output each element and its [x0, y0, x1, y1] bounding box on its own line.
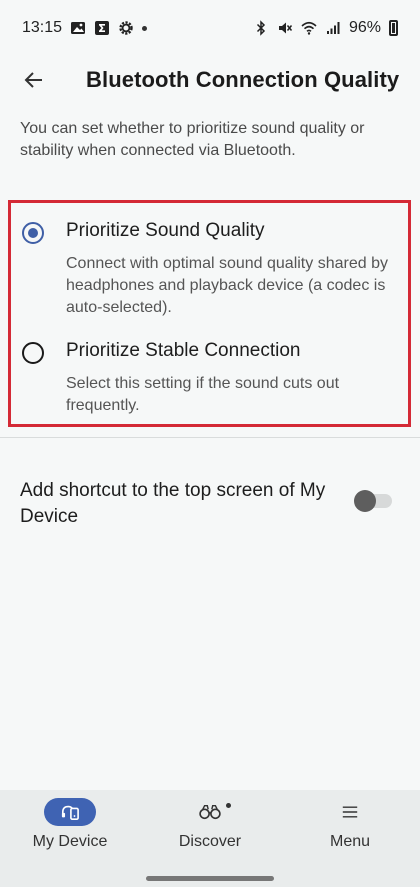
page-title: Bluetooth Connection Quality	[86, 67, 400, 92]
status-left: 13:15	[22, 19, 148, 37]
new-badge-dot	[226, 803, 231, 808]
nav-discover[interactable]: Discover	[140, 790, 280, 860]
nav-menu[interactable]: Menu	[280, 790, 420, 860]
app-header: Bluetooth Connection Quality	[0, 56, 420, 104]
shortcut-toggle[interactable]	[354, 490, 394, 512]
settings-gear-icon	[118, 20, 134, 36]
nav-my-device[interactable]: My Device	[0, 790, 140, 860]
connection-quality-options: Prioritize Sound Quality Connect with op…	[8, 200, 411, 427]
headphones-phone-icon	[44, 798, 96, 826]
status-right: 96%	[253, 19, 398, 37]
status-bar: 13:15 96%	[0, 0, 420, 56]
nav-label: Discover	[178, 833, 242, 850]
mute-icon	[277, 20, 293, 36]
bluetooth-icon	[253, 20, 269, 36]
gallery-icon	[70, 20, 86, 36]
option-description: Select this setting if the sound cuts ou…	[66, 375, 340, 414]
option-description: Connect with optimal sound quality share…	[66, 255, 388, 316]
sigma-app-icon	[94, 20, 110, 36]
option-title: Prioritize Stable Connection	[66, 340, 301, 361]
status-time: 13:15	[22, 19, 63, 36]
option-title: Prioritize Sound Quality	[66, 220, 265, 241]
back-arrow-icon[interactable]	[22, 68, 46, 92]
toggle-thumb	[354, 490, 376, 512]
battery-percent: 96%	[348, 19, 381, 36]
radio-checked-icon[interactable]	[22, 222, 44, 244]
radio-unchecked-icon[interactable]	[22, 342, 44, 364]
menu-icon	[336, 800, 364, 824]
shortcut-label: Add shortcut to the top screen of My Dev…	[20, 480, 326, 527]
nav-label: My Device	[32, 833, 108, 850]
nav-label: Menu	[329, 833, 371, 850]
divider	[0, 437, 420, 438]
notification-dot-icon	[142, 25, 148, 31]
battery-icon	[389, 20, 398, 36]
home-indicator[interactable]	[146, 876, 274, 881]
wifi-icon	[301, 20, 317, 36]
binoculars-icon	[196, 800, 224, 824]
bottom-navigation: My Device Discover Menu	[0, 790, 420, 887]
signal-icon	[325, 20, 341, 36]
page-description: You can set whether to prioritize sound …	[20, 120, 365, 159]
